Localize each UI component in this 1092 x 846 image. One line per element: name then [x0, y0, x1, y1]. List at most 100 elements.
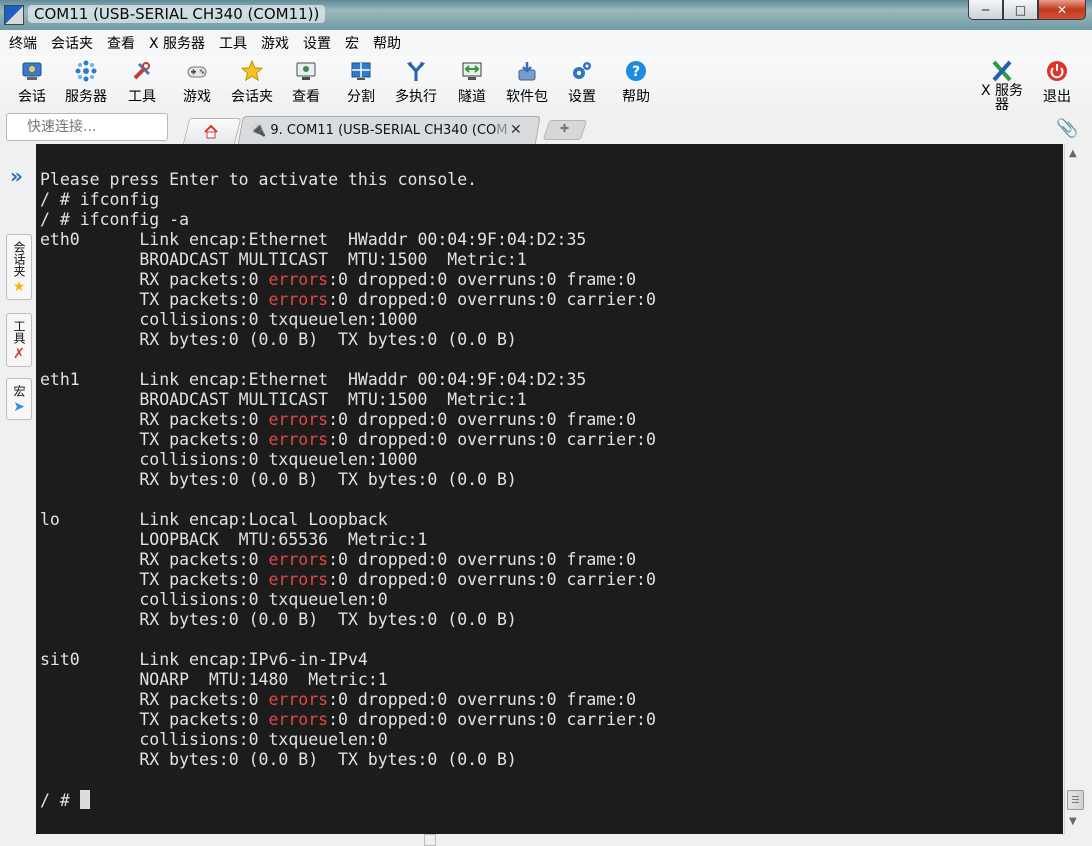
terminal-line: TX packets:0 errors:0 dropped:0 overruns…: [40, 710, 656, 729]
close-button[interactable]: ✕: [1038, 0, 1086, 20]
shell-prompt: / #: [40, 791, 80, 810]
error-word: errors: [268, 710, 329, 729]
terminal-line: TX packets:0 errors:0 dropped:0 overruns…: [40, 430, 656, 449]
app-icon: [4, 5, 24, 25]
toolbar-games-button[interactable]: 游戏: [180, 60, 214, 106]
star-icon: ★: [12, 279, 26, 295]
scroll-up-icon[interactable]: ▲: [1069, 148, 1077, 159]
terminal-line: eth0 Link encap:Ethernet HWaddr 00:04:9F…: [40, 230, 587, 249]
quick-connect-input[interactable]: [6, 113, 168, 141]
session-tab-label: 🔌 9. COM11 (USB-SERIAL CH340 (COM: [250, 123, 508, 138]
terminal-line: collisions:0 txqueuelen:1000: [40, 450, 418, 469]
terminal-line: NOARP MTU:1480 Metric:1: [40, 670, 388, 689]
error-word: errors: [268, 550, 329, 569]
session-icon: [21, 60, 43, 82]
app-frame: 终端 会话夹 查看 X 服务器 工具 游戏 设置 宏 帮助 会话 服务器 工具: [0, 30, 1092, 846]
tab-close-icon[interactable]: ✕: [510, 122, 522, 138]
menu-terminal[interactable]: 终端: [0, 33, 42, 53]
menu-tools[interactable]: 工具: [210, 33, 252, 53]
double-chevron-right-icon[interactable]: »: [10, 164, 23, 188]
toolbar-settings-button[interactable]: 设置: [566, 60, 598, 106]
error-word: errors: [268, 570, 329, 589]
toolbar-bookmarks-button[interactable]: 会话夹: [228, 59, 276, 106]
toolbar: 会话 服务器 工具 游戏 会话夹 查看 分割 多执行 隧道 软件包 设置 ? 帮…: [0, 56, 1092, 112]
error-word: errors: [268, 270, 329, 289]
plus-icon: ✚: [560, 122, 570, 135]
terminal-line: collisions:0 txqueuelen:0: [40, 730, 388, 749]
terminal-line: RX packets:0 errors:0 dropped:0 overruns…: [40, 270, 637, 289]
error-word: errors: [268, 290, 329, 309]
home-icon: [204, 124, 218, 139]
multiexec-icon: [405, 60, 427, 82]
menu-view[interactable]: 查看: [98, 33, 140, 53]
maximize-button[interactable]: □: [1003, 0, 1038, 20]
minimize-icon: ─: [981, 2, 990, 17]
terminal-line: RX packets:0 errors:0 dropped:0 overruns…: [40, 690, 637, 709]
toolbar-packages-button[interactable]: 软件包: [503, 60, 551, 106]
terminal-line: BROADCAST MULTICAST MTU:1500 Metric:1: [40, 390, 527, 409]
error-word: errors: [268, 690, 329, 709]
side-tab-macros[interactable]: 宏 ➤: [6, 378, 32, 420]
gear-icon: [571, 60, 593, 82]
maximize-icon: □: [1014, 2, 1027, 17]
servers-icon: [75, 60, 97, 82]
paper-plane-icon: ➤: [13, 399, 25, 415]
side-tab-tools[interactable]: 工具 ✗: [6, 313, 32, 367]
menu-settings[interactable]: 设置: [294, 33, 336, 53]
terminal-line: sit0 Link encap:IPv6-in-IPv4: [40, 650, 368, 669]
scrollbar-thumb[interactable]: [1067, 790, 1084, 810]
menu-games[interactable]: 游戏: [252, 33, 294, 53]
toolbar-session-button[interactable]: 会话: [16, 60, 48, 106]
toolbar-tunneling-button[interactable]: 隧道: [456, 60, 488, 106]
text-cursor: [79, 790, 90, 809]
error-word: errors: [268, 410, 329, 429]
terminal-line: RX bytes:0 (0.0 B) TX bytes:0 (0.0 B): [40, 610, 517, 629]
window-title: COM11 (USB-SERIAL CH340 (COM11)): [28, 5, 326, 23]
tools-icon: ✗: [13, 346, 25, 362]
toolbar-split-button[interactable]: 分割: [345, 60, 377, 106]
window-controls: ─ □ ✕: [968, 0, 1086, 20]
status-bar: [0, 834, 1092, 846]
help-icon: ?: [625, 60, 647, 82]
menu-help[interactable]: 帮助: [364, 33, 406, 53]
terminal-line: Please press Enter to activate this cons…: [40, 170, 478, 189]
package-icon: [516, 60, 538, 82]
minimize-button[interactable]: ─: [968, 0, 1003, 20]
terminal-line: TX packets:0 errors:0 dropped:0 overruns…: [40, 570, 656, 589]
toolbar-tools-button[interactable]: 工具: [126, 60, 158, 106]
exit-button[interactable]: 退出: [1040, 60, 1074, 106]
terminal-line: eth1 Link encap:Ethernet HWaddr 00:04:9F…: [40, 370, 587, 389]
terminal-line: TX packets:0 errors:0 dropped:0 overruns…: [40, 290, 656, 309]
toolbar-servers-button[interactable]: 服务器: [62, 60, 110, 106]
terminal-line: / # ifconfig -a: [40, 210, 190, 229]
toolbar-help-button[interactable]: ? 帮助: [620, 60, 652, 106]
menu-xserver[interactable]: X 服务器: [140, 33, 210, 53]
terminal-line: collisions:0 txqueuelen:1000: [40, 310, 418, 329]
tunnel-icon: [461, 60, 483, 82]
terminal-line: BROADCAST MULTICAST MTU:1500 Metric:1: [40, 250, 527, 269]
error-word: errors: [268, 430, 329, 449]
terminal-line: collisions:0 txqueuelen:0: [40, 590, 388, 609]
close-icon: ✕: [1056, 2, 1068, 17]
star-icon: [240, 59, 264, 82]
terminal-line: LOOPBACK MTU:65536 Metric:1: [40, 530, 428, 549]
xserver-icon: [991, 60, 1013, 82]
split-icon: [350, 60, 372, 82]
paperclip-icon[interactable]: 📎: [1056, 118, 1078, 139]
serial-plug-icon: 🔌: [250, 123, 267, 138]
toolbar-xserver-button[interactable]: X 服务器: [978, 60, 1026, 112]
title-bar: COM11 (USB-SERIAL CH340 (COM11)) ─ □ ✕: [0, 0, 1092, 30]
terminal-output[interactable]: Please press Enter to activate this cons…: [36, 144, 1063, 834]
side-tab-sessions[interactable]: 会话夹 ★: [6, 234, 32, 300]
side-panel: » 会话夹 ★ 工具 ✗ 宏 ➤: [0, 146, 36, 846]
menu-sessions[interactable]: 会话夹: [42, 33, 98, 53]
terminal-line: lo Link encap:Local Loopback: [40, 510, 388, 529]
toolbar-multiexec-button[interactable]: 多执行: [392, 60, 440, 106]
toolbar-view-button[interactable]: 查看: [290, 60, 322, 106]
terminal-line: RX bytes:0 (0.0 B) TX bytes:0 (0.0 B): [40, 750, 517, 769]
scroll-down-icon[interactable]: ▼: [1069, 816, 1077, 827]
terminal-scrollbar[interactable]: ▲ ▼: [1064, 144, 1085, 834]
menu-macros[interactable]: 宏: [336, 33, 364, 53]
power-icon: [1046, 60, 1068, 82]
terminal-text: Please press Enter to activate this cons…: [40, 170, 656, 811]
